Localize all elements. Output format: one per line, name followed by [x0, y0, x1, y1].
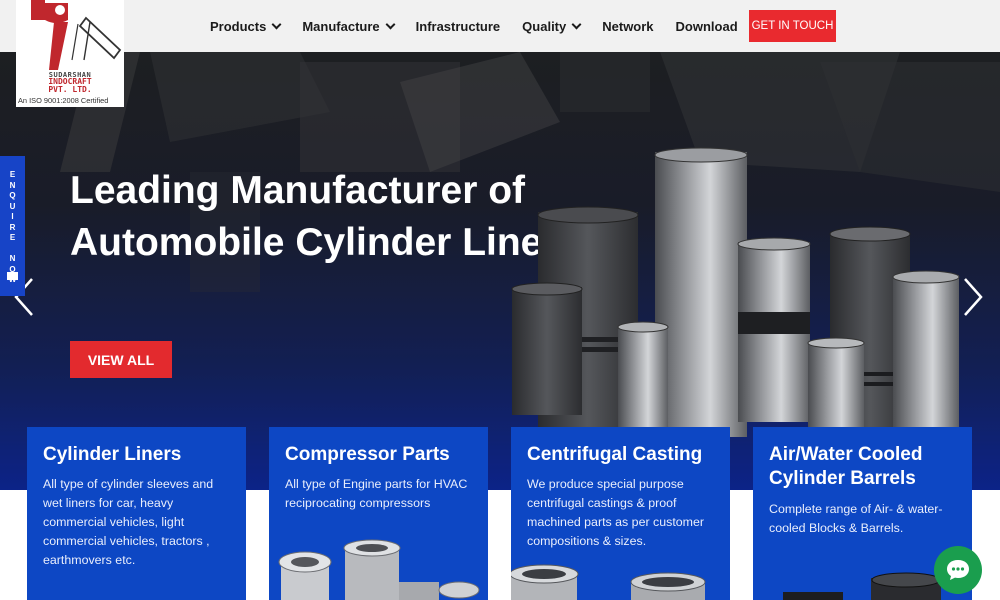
- get-in-touch-button[interactable]: GET IN TOUCH: [749, 10, 836, 42]
- nav-item-label: Infrastructure: [415, 18, 501, 34]
- nav-item-products[interactable]: Products: [210, 18, 282, 34]
- nav-item-label: Quality: [522, 18, 567, 34]
- card-compressor-parts[interactable]: Compressor Parts All type of Engine part…: [269, 427, 488, 600]
- chevron-down-icon: [271, 19, 282, 29]
- chat-bubble-icon: [947, 560, 969, 580]
- view-all-button[interactable]: VIEW ALL: [70, 341, 172, 378]
- compressor-parts-image: [278, 539, 480, 600]
- nav-item-infrastructure[interactable]: Infrastructure: [416, 19, 501, 34]
- card-description: All type of cylinder sleeves and wet lin…: [43, 477, 214, 567]
- enquire-now-tab[interactable]: E N Q U I R E N O W: [0, 156, 25, 296]
- card-title: Compressor Parts: [285, 444, 450, 465]
- nav-item-label: Manufacture: [302, 18, 380, 34]
- chevron-down-icon: [385, 19, 396, 29]
- nav-item-network[interactable]: Network: [602, 19, 653, 34]
- nav-item-quality[interactable]: Quality: [522, 18, 582, 34]
- chevron-down-icon: [571, 19, 582, 29]
- hero-banner: Leading Manufacturer of Automobile Cylin…: [0, 52, 1000, 490]
- card-cylinder-liners[interactable]: Cylinder Liners All type of cylinder sle…: [27, 427, 246, 600]
- nav-item-label: Network: [602, 18, 654, 34]
- company-logo[interactable]: SUDARSHAN INDOCRAFT PVT. LTD. An ISO 900…: [16, 0, 124, 107]
- card-title: Centrifugal Casting: [527, 444, 703, 465]
- mail-icon: [7, 272, 18, 280]
- chat-widget-button[interactable]: [934, 546, 982, 594]
- main-nav: Products Manufacture Infrastructure Qual…: [210, 0, 760, 52]
- card-description: Complete range of Air- & water-cooled Bl…: [769, 502, 943, 535]
- nav-item-download[interactable]: Download: [676, 19, 738, 34]
- site-header: Products Manufacture Infrastructure Qual…: [0, 0, 1000, 52]
- nav-item-label: Download: [675, 18, 738, 34]
- centrifugal-casting-image: [511, 564, 706, 600]
- card-title: Cylinder Liners: [43, 444, 182, 465]
- logo-line3: PVT. LTD.: [48, 85, 92, 94]
- ladle-logo-icon: [31, 0, 122, 70]
- card-centrifugal-casting[interactable]: Centrifugal Casting We produce special p…: [511, 427, 730, 600]
- iso-certification: An ISO 9001:2008 Certified: [18, 96, 109, 105]
- card-title: Air/Water Cooled Cylinder Barrels: [769, 444, 923, 489]
- nav-item-label: Products: [210, 18, 267, 34]
- enquire-now-label: E N Q U I R E N O W: [9, 170, 17, 284]
- nav-item-manufacture[interactable]: Manufacture: [302, 18, 396, 34]
- card-description: All type of Engine parts for HVAC recipr…: [285, 477, 468, 510]
